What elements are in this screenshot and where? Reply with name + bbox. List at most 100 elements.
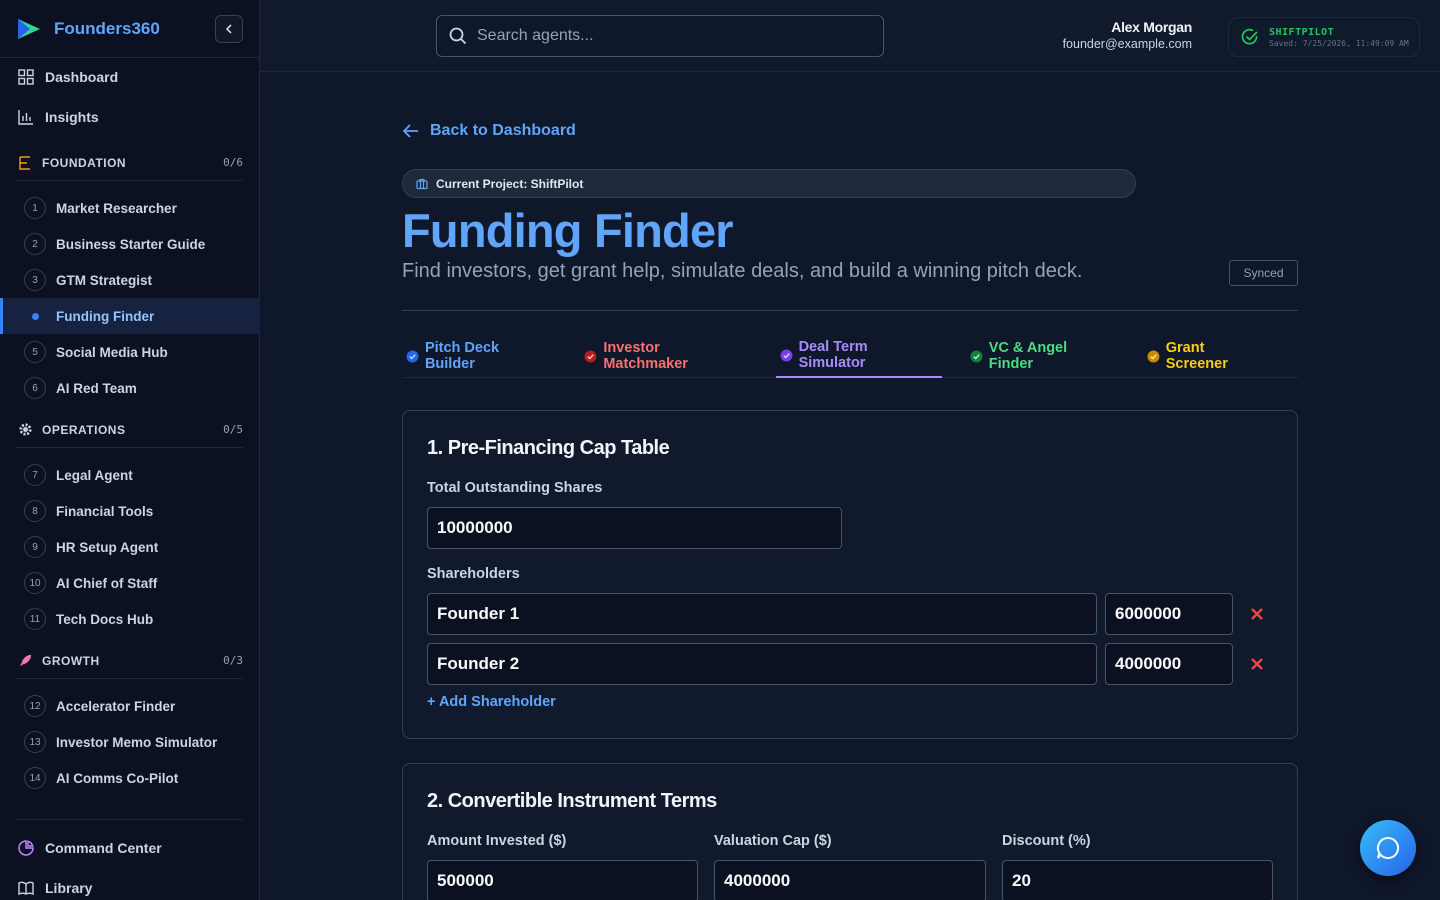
sidebar-item-hr-setup-agent[interactable]: 9 HR Setup Agent: [0, 529, 260, 565]
page-subtitle: Find investors, get grant help, simulate…: [402, 260, 1083, 282]
shareholder-name-input[interactable]: Founder 2: [427, 643, 1097, 685]
active-dot: [24, 305, 46, 327]
nav-dashboard[interactable]: Dashboard: [0, 58, 260, 96]
tab-deal-term-simulator[interactable]: Deal Term Simulator: [775, 334, 942, 378]
tab-vc-angel-finder[interactable]: VC & Angel Finder: [966, 334, 1119, 378]
tool-tabs: Pitch Deck Builder Investor Matchmaker D…: [402, 334, 1298, 378]
sidebar-item-market-researcher[interactable]: 1 Market Researcher: [0, 190, 260, 226]
sidebar-divider: [16, 819, 243, 820]
remove-shareholder-button[interactable]: [1246, 603, 1268, 625]
close-icon: [1251, 608, 1263, 620]
user-name: Alex Morgan: [1111, 19, 1192, 35]
amount-invested-label: Amount Invested ($): [427, 833, 567, 849]
discount-label: Discount (%): [1002, 833, 1091, 849]
item-number: 10: [24, 572, 46, 594]
back-link-label: Back to Dashboard: [430, 122, 576, 139]
add-shareholder-button[interactable]: + Add Shareholder: [427, 694, 556, 710]
nav-insights[interactable]: Insights: [0, 98, 260, 136]
sidebar-item-accelerator-finder[interactable]: 12 Accelerator Finder: [0, 688, 260, 724]
tab-grant-screener[interactable]: Grant Screener: [1143, 334, 1274, 378]
item-label: Accelerator Finder: [56, 698, 176, 714]
valuation-cap-label: Valuation Cap ($): [714, 833, 832, 849]
amount-invested-input[interactable]: 500000: [427, 860, 698, 900]
synced-badge: Synced: [1229, 260, 1298, 286]
item-number: 9: [24, 536, 46, 558]
sidebar-item-funding-finder[interactable]: Funding Finder: [0, 298, 260, 334]
sidebar-item-gtm-strategist[interactable]: 3 GTM Strategist: [0, 262, 260, 298]
tab-label: Deal Term Simulator: [798, 339, 868, 371]
sidebar-item-legal-agent[interactable]: 7 Legal Agent: [0, 457, 260, 493]
play-logo-icon: [18, 18, 40, 39]
chat-bubble-icon: [1376, 836, 1399, 859]
user-block[interactable]: Alex Morgan founder@example.com: [1062, 19, 1193, 51]
tab-investor-matchmaker[interactable]: Investor Matchmaker: [580, 334, 751, 378]
section-growth-title: GROWTH: [42, 653, 100, 668]
nav-command-center-label: Command Center: [45, 840, 162, 856]
shareholder-shares-input[interactable]: 4000000: [1105, 643, 1233, 685]
sidebar-item-ai-chief-of-staff[interactable]: 10 AI Chief of Staff: [0, 565, 260, 601]
item-number: 7: [24, 464, 46, 486]
section-growth-count: 0/3: [223, 654, 243, 667]
sidebar-item-ai-comms-co-pilot[interactable]: 14 AI Comms Co-Pilot: [0, 760, 260, 796]
tab-label: Pitch Deck Builder: [424, 340, 500, 372]
chevron-left-icon: [225, 23, 232, 34]
sidebar: Founders360 Dashboard Insights FOUNDATIO…: [0, 0, 260, 900]
nav-insights-label: Insights: [45, 109, 99, 125]
save-timestamp: Saved: 7/25/2026, 11:49:09 AM: [1269, 38, 1409, 48]
valuation-cap-input[interactable]: 4000000: [714, 860, 986, 900]
tab-label: Grant Screener: [1165, 340, 1228, 372]
item-number: 5: [24, 341, 46, 363]
sidebar-item-social-media-hub[interactable]: 5 Social Media Hub: [0, 334, 260, 370]
item-number: 6: [24, 377, 46, 399]
check-circle-icon: [1241, 28, 1258, 45]
rocket-icon: [16, 652, 34, 670]
section-operations[interactable]: OPERATIONS 0/5: [16, 412, 243, 448]
item-label: AI Comms Co-Pilot: [56, 770, 179, 786]
chat-assistant-button[interactable]: [1360, 820, 1416, 876]
nav-dashboard-label: Dashboard: [45, 69, 119, 85]
sidebar-item-investor-memo-simulator[interactable]: 13 Investor Memo Simulator: [0, 724, 260, 760]
check-badge-icon: [584, 350, 597, 362]
search-box[interactable]: [436, 15, 884, 57]
section-foundation-count: 0/6: [223, 156, 243, 169]
top-header: Alex Morgan founder@example.com SHIFTPIL…: [260, 0, 1440, 72]
back-to-dashboard-link[interactable]: Back to Dashboard: [402, 122, 576, 140]
remove-shareholder-button[interactable]: [1246, 653, 1268, 675]
nav-library-label: Library: [45, 880, 93, 896]
item-number: 13: [24, 731, 46, 753]
item-label: Business Starter Guide: [56, 236, 206, 252]
discount-input[interactable]: 20: [1002, 860, 1273, 900]
nav-command-center[interactable]: Command Center: [0, 829, 260, 867]
shareholder-name-input[interactable]: Founder 1: [427, 593, 1097, 635]
shareholder-shares-input[interactable]: 6000000: [1105, 593, 1233, 635]
sidebar-item-business-starter-guide[interactable]: 2 Business Starter Guide: [0, 226, 260, 262]
total-shares-label: Total Outstanding Shares: [427, 480, 603, 496]
search-input[interactable]: [477, 27, 857, 45]
sidebar-collapse-button[interactable]: [215, 14, 243, 43]
sidebar-item-financial-tools[interactable]: 8 Financial Tools: [0, 493, 260, 529]
sidebar-item-ai-red-team[interactable]: 6 AI Red Team: [0, 370, 260, 406]
item-label: GTM Strategist: [56, 272, 153, 288]
section-foundation-title: FOUNDATION: [42, 155, 127, 170]
briefcase-icon: [416, 178, 428, 189]
item-number: 14: [24, 767, 46, 789]
shareholders-label: Shareholders: [427, 566, 520, 582]
sidebar-item-tech-docs-hub[interactable]: 11 Tech Docs Hub: [0, 601, 260, 637]
check-badge-icon: [780, 349, 793, 361]
user-email: founder@example.com: [1062, 37, 1192, 51]
tab-label: Investor Matchmaker: [603, 340, 688, 372]
nav-library[interactable]: Library: [0, 869, 260, 900]
check-badge-icon: [1147, 350, 1160, 362]
item-number: 1: [24, 197, 46, 219]
page-title: Funding Finder: [402, 204, 734, 257]
total-shares-input[interactable]: 10000000: [427, 507, 842, 549]
check-badge-icon: [970, 350, 983, 362]
section-foundation[interactable]: FOUNDATION 0/6: [16, 145, 243, 181]
item-label: Funding Finder: [56, 308, 155, 324]
item-number: 11: [24, 608, 46, 630]
check-badge-icon: [406, 350, 419, 362]
foundation-icon: [16, 154, 34, 172]
item-number: 12: [24, 695, 46, 717]
section-growth[interactable]: GROWTH 0/3: [16, 643, 243, 679]
tab-pitch-deck-builder[interactable]: Pitch Deck Builder: [402, 334, 556, 378]
